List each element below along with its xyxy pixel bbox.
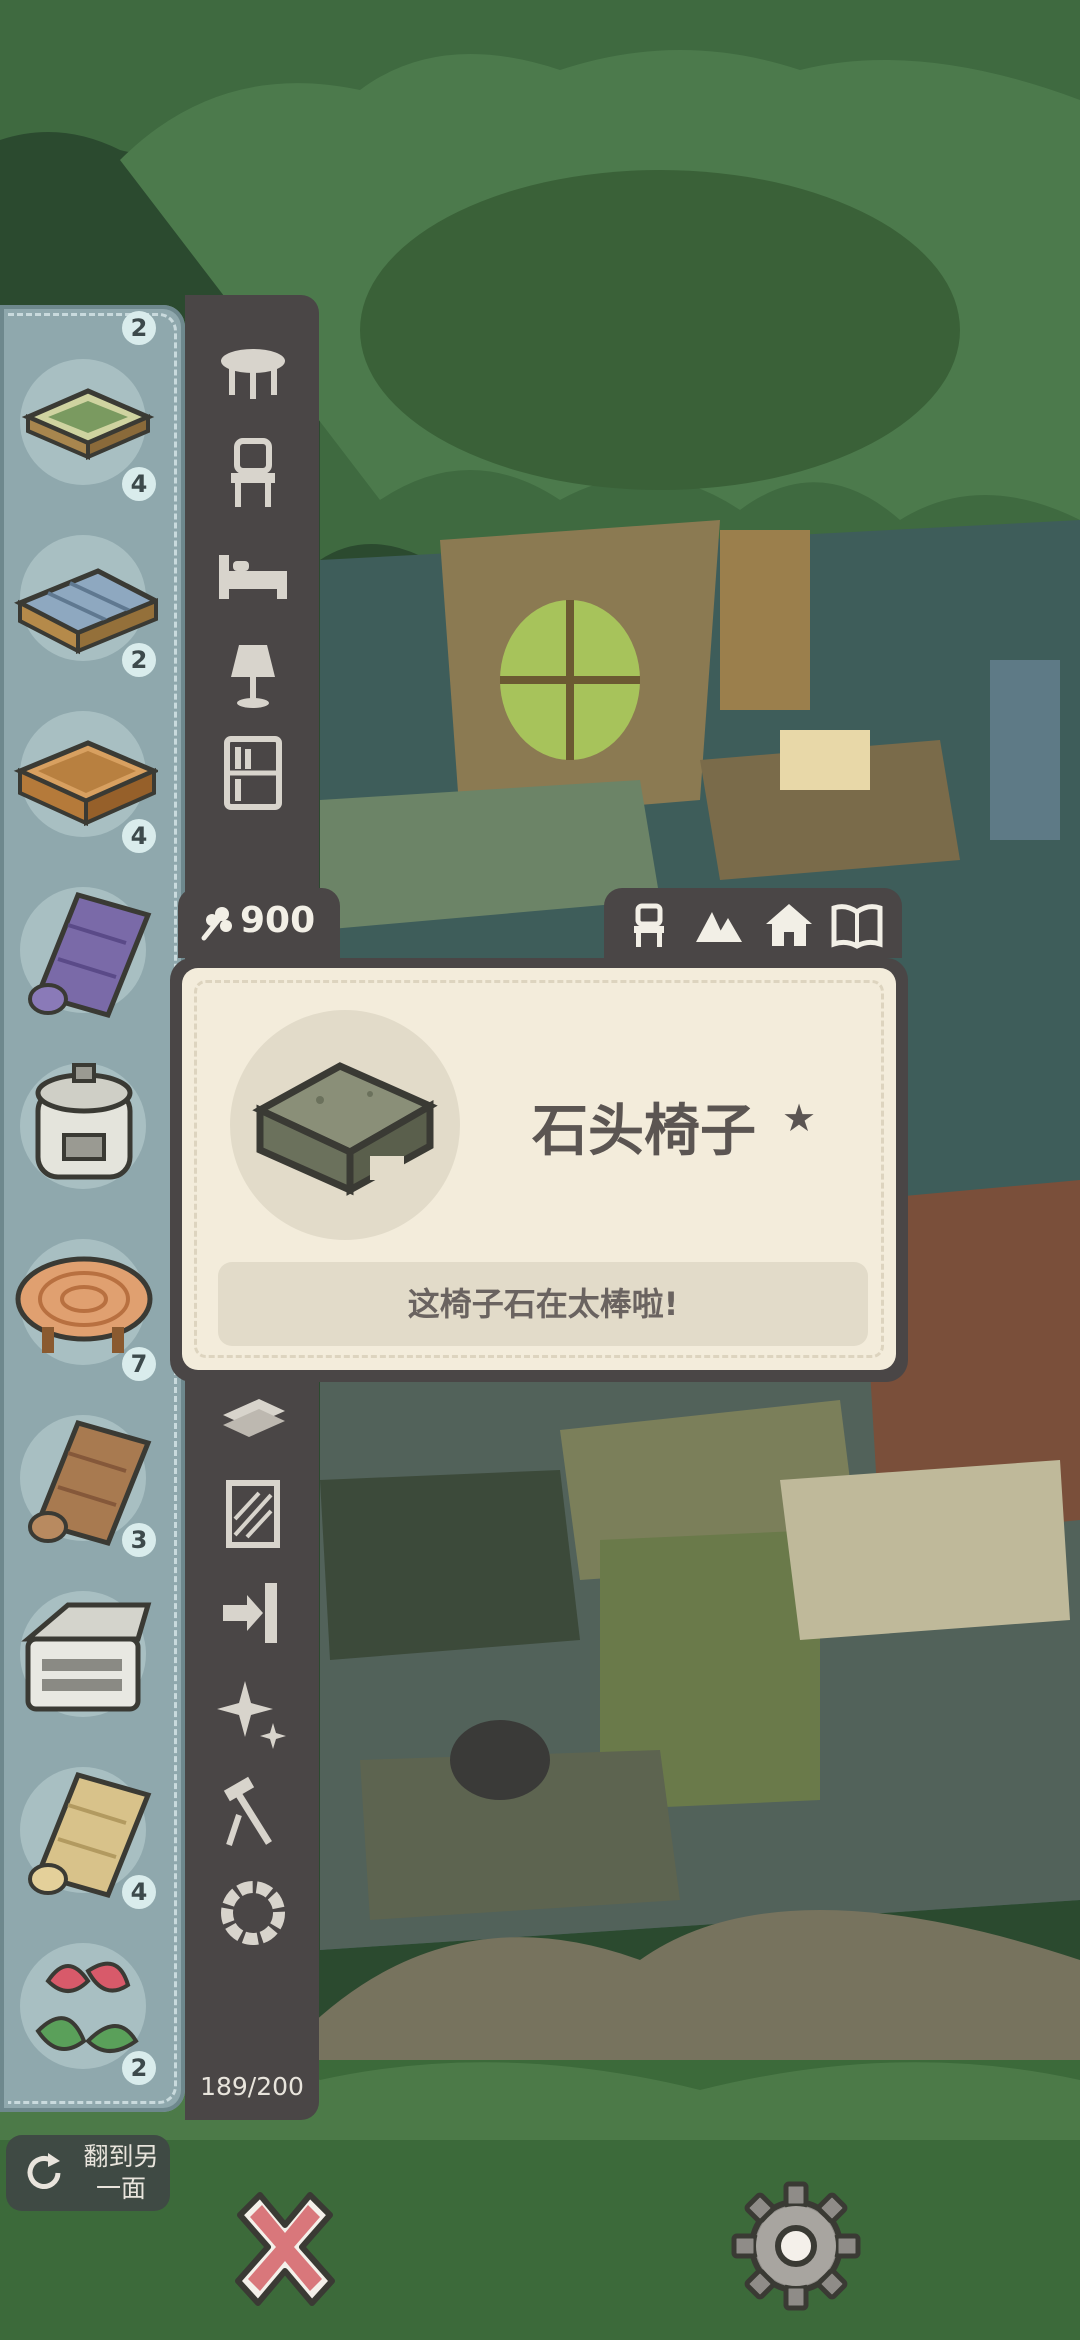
inventory-count-badge: 4 [122, 467, 156, 501]
inventory-count-badge: 3 [122, 1523, 156, 1557]
rice-cooker-icon [35, 1063, 133, 1180]
inventory-item-tree-stump-table[interactable]: 7 [8, 1227, 158, 1381]
item-image-frame [230, 1010, 460, 1240]
inventory-item-wood-rug[interactable]: 3 [8, 1403, 158, 1557]
price-value: 900 [240, 900, 316, 941]
item-filter-tabs[interactable] [604, 888, 902, 958]
table-category-icon[interactable] [215, 335, 291, 411]
item-description: 这椅子石在太棒啦! [218, 1262, 868, 1346]
inventory-item-blue-plank-table[interactable]: 2 [8, 523, 158, 677]
inventory-item-purple-rug[interactable] [8, 875, 158, 1025]
close-button[interactable] [220, 2185, 350, 2315]
inventory-capacity: 189/200 [200, 2072, 304, 2101]
inventory-count-badge: 4 [122, 1875, 156, 1909]
bed-category-icon[interactable] [215, 535, 291, 611]
inventory-item-printer[interactable] [8, 1579, 158, 1729]
settings-button[interactable] [730, 2180, 862, 2312]
inventory-count-badge: 4 [122, 819, 156, 853]
price-tab: 900 [178, 888, 340, 958]
house-filter-icon[interactable] [762, 898, 816, 952]
flip-side-button[interactable]: 翻到另 一面 [6, 2135, 170, 2211]
printer-icon [21, 1602, 152, 1712]
lamp-category-icon[interactable] [215, 635, 291, 711]
purple-rug-icon [28, 891, 152, 1019]
inventory-item-light-wood-rug[interactable]: 4 [8, 1755, 158, 1909]
inventory-item-rice-cooker[interactable] [8, 1051, 158, 1201]
item-rarity-star: ★ [782, 1096, 817, 1140]
mountain-filter-icon[interactable] [692, 898, 746, 952]
bookshelf-category-icon[interactable] [215, 735, 291, 811]
close-icon [235, 2192, 335, 2306]
wreath-category-icon[interactable] [215, 1875, 291, 1951]
tools-category-icon[interactable] [215, 1775, 291, 1851]
door-category-icon[interactable] [215, 1575, 291, 1651]
clover-icon [201, 907, 232, 941]
wallpaper-category-icon[interactable] [215, 1475, 291, 1551]
book-filter-icon[interactable] [830, 898, 884, 952]
stone-chair-icon [252, 1062, 438, 1196]
item-name: 石头椅子 [532, 1099, 756, 1164]
inventory-item-anthurium-plant[interactable]: 2 [8, 1931, 158, 2085]
gear-icon [731, 2181, 861, 2311]
chair-filter-icon[interactable] [622, 898, 676, 952]
inventory-item-wooden-box[interactable]: 4 [8, 699, 158, 853]
sparkle-category-icon[interactable] [215, 1675, 291, 1751]
flip-label-line1: 翻到另 [83, 2142, 159, 2171]
flip-label-line2: 一面 [95, 2174, 146, 2203]
inventory-count-badge: 2 [122, 311, 156, 345]
inventory-item-tatami-table[interactable]: 4 [8, 347, 158, 501]
chair-category-icon[interactable] [215, 435, 291, 511]
inventory-panel[interactable]: 2 4 2 4 7 3 4 2 [0, 305, 185, 2112]
inventory-count-badge: 7 [122, 1347, 156, 1381]
inventory-count-badge: 2 [122, 2051, 156, 2085]
inventory-count-badge: 2 [122, 643, 156, 677]
rotate-icon [27, 2153, 61, 2189]
item-info-card: 石头椅子 ★ 这椅子石在太棒啦! [170, 958, 908, 1382]
floor-category-icon[interactable] [215, 1375, 291, 1451]
